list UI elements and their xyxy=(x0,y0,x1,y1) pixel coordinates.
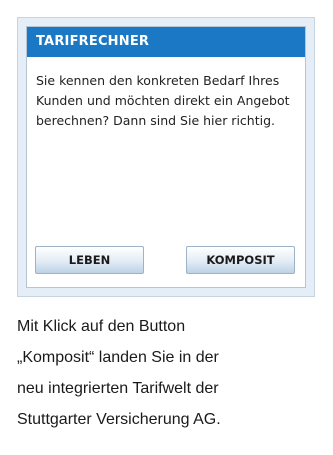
caption-line: Mit Klick auf den Button xyxy=(17,318,186,335)
page: TARIFRECHNER Sie kennen den konkreten Be… xyxy=(0,0,333,455)
caption-line: Stuttgarter Versicherung AG. xyxy=(17,411,221,428)
caption-text: Mit Klick auf den Button „Komposit“ land… xyxy=(17,311,317,435)
panel-description: Sie kennen den konkreten Bedarf Ihres Ku… xyxy=(36,73,290,128)
komposit-button[interactable]: KOMPOSIT xyxy=(186,246,295,274)
tarifrechner-panel: TARIFRECHNER Sie kennen den konkreten Be… xyxy=(26,26,306,288)
tarifrechner-widget: TARIFRECHNER Sie kennen den konkreten Be… xyxy=(17,17,315,297)
leben-button[interactable]: LEBEN xyxy=(35,246,144,274)
caption-line: „Komposit“ landen Sie in der xyxy=(17,349,219,366)
panel-title: TARIFRECHNER xyxy=(27,27,305,57)
caption-line: neu integrierten Tarifwelt der xyxy=(17,380,219,397)
